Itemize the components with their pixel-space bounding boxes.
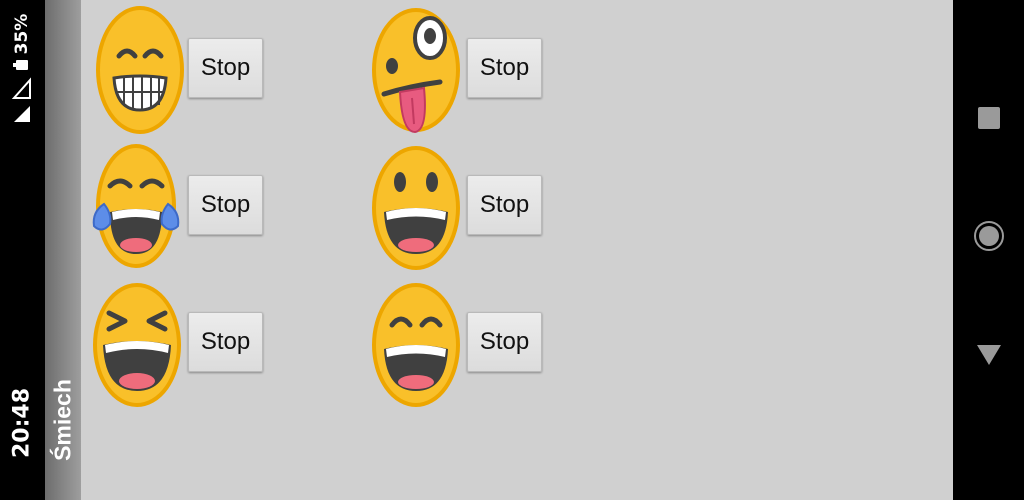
grinning-big-eyes-face-icon[interactable] <box>370 142 462 270</box>
status-time: 20:48 <box>9 387 35 459</box>
tears-of-joy-face-icon[interactable] <box>90 142 182 270</box>
wifi-icon <box>11 77 31 99</box>
stop-button-6[interactable]: Stop <box>467 312 542 372</box>
navigation-bar <box>953 0 1024 500</box>
status-bar: 35% 20:48 <box>0 0 45 500</box>
recents-button[interactable] <box>973 102 1005 134</box>
home-button[interactable] <box>973 220 1005 252</box>
battery-icon <box>13 60 28 70</box>
battery-percentage: 35% <box>12 13 32 55</box>
back-button[interactable] <box>973 338 1005 370</box>
laughing-squinting-face-icon[interactable] <box>91 279 183 407</box>
main-content: Stop Stop Stop Stop Stop Stop <box>81 0 953 500</box>
zany-face-icon[interactable] <box>370 6 462 134</box>
stop-button-3[interactable]: Stop <box>188 175 263 235</box>
grinning-squinting-face-icon[interactable] <box>94 6 186 134</box>
grinning-smiling-eyes-face-icon[interactable] <box>370 279 462 407</box>
stop-button-2[interactable]: Stop <box>467 38 542 98</box>
app-title: Śmiech <box>49 379 76 461</box>
stop-button-4[interactable]: Stop <box>467 175 542 235</box>
status-icons <box>11 60 31 122</box>
stop-button-5[interactable]: Stop <box>188 312 263 372</box>
app-bar: Śmiech <box>45 0 81 500</box>
stop-button-1[interactable]: Stop <box>188 38 263 98</box>
signal-icon <box>14 106 30 122</box>
